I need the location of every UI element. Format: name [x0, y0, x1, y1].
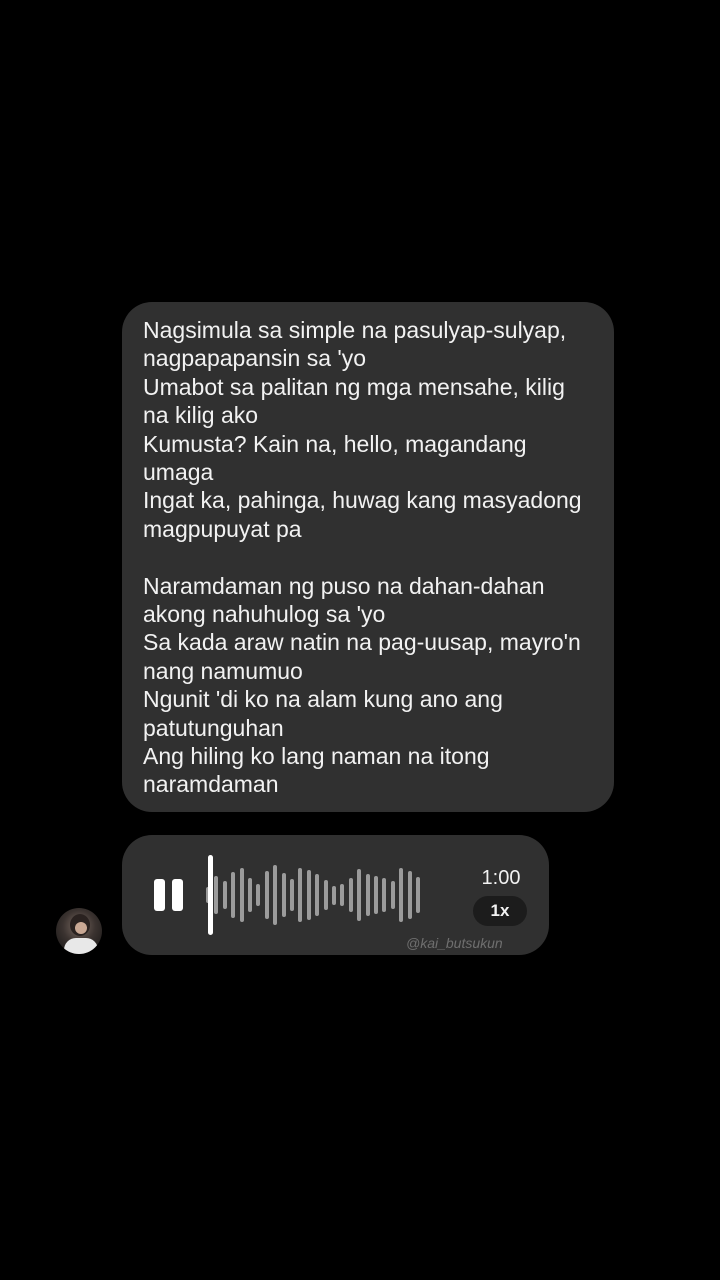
message-line: Kumusta? Kain na, hello, magandang: [143, 430, 527, 457]
message-line: Umabot sa palitan ng mga mensahe, kilig: [143, 373, 565, 400]
avatar-face: [75, 922, 87, 934]
lyrics-stanza-2: Naramdaman ng puso na dahan-dahan akong …: [143, 572, 596, 799]
waveform-bar: [239, 868, 244, 922]
avatar[interactable]: [56, 908, 102, 954]
message-line: naramdaman: [143, 771, 279, 798]
watermark: @kai_butsukun: [406, 935, 503, 951]
message-line: akong nahuhulog sa 'yo: [143, 601, 386, 628]
waveform-bar: [256, 883, 261, 907]
waveform-bar: [348, 877, 353, 913]
lyrics-stanza-1: Nagsimula sa simple na pasulyap-sulyap, …: [143, 316, 596, 543]
waveform-bar: [306, 869, 311, 921]
message-line: Ingat ka, pahinga, huwag kang masyadong: [143, 487, 582, 514]
waveform-bar: [231, 872, 236, 918]
waveform-bar: [273, 864, 278, 926]
waveform-bar: [315, 874, 320, 916]
message-line: Sa kada araw natin na pag-uusap, mayro'n: [143, 629, 581, 656]
waveform-bar: [374, 876, 378, 914]
playhead[interactable]: [208, 855, 213, 935]
waveform-bar: [399, 868, 404, 922]
message-line: na kilig ako: [143, 402, 259, 429]
waveform-bar: [390, 880, 395, 910]
waveform-bar: [416, 876, 420, 914]
waveform-bar: [290, 879, 294, 911]
avatar-shirt: [64, 938, 98, 954]
waveform-bar: [281, 872, 286, 918]
waveform-bar: [332, 885, 336, 905]
waveform-bar: [222, 880, 227, 910]
message-line: magpupuyat pa: [143, 515, 302, 542]
playback-speed-button[interactable]: 1x: [473, 896, 527, 926]
waveform-bar: [407, 871, 412, 919]
waveform-bar: [298, 867, 303, 923]
waveform-bar: [365, 874, 370, 916]
waveform-bar: [340, 883, 345, 907]
waveform-bar: [214, 876, 219, 914]
message-line: Nagsimula sa simple na pasulyap-sulyap,: [143, 317, 567, 343]
message-line: nagpapapansin sa 'yo: [143, 345, 367, 372]
message-line: patutunguhan: [143, 714, 284, 741]
waveform-bar: [323, 879, 328, 911]
message-line: Naramdaman ng puso na dahan-dahan: [143, 572, 545, 599]
waveform-bar: [382, 877, 387, 913]
message-bubble: Nagsimula sa simple na pasulyap-sulyap, …: [122, 302, 614, 812]
message-line: nang namumuo: [143, 657, 303, 684]
waveform-bar: [357, 869, 362, 921]
message-line: Ngunit 'di ko na alam kung ano ang: [143, 686, 503, 713]
message-line: umaga: [143, 459, 214, 486]
duration-label: 1:00: [481, 867, 521, 889]
message-line: Ang hiling ko lang naman na itong: [143, 743, 490, 770]
waveform-bar: [248, 877, 252, 913]
waveform-bar: [264, 871, 269, 919]
voice-message-bubble[interactable]: 1:00 1x @kai_butsukun: [122, 835, 549, 955]
